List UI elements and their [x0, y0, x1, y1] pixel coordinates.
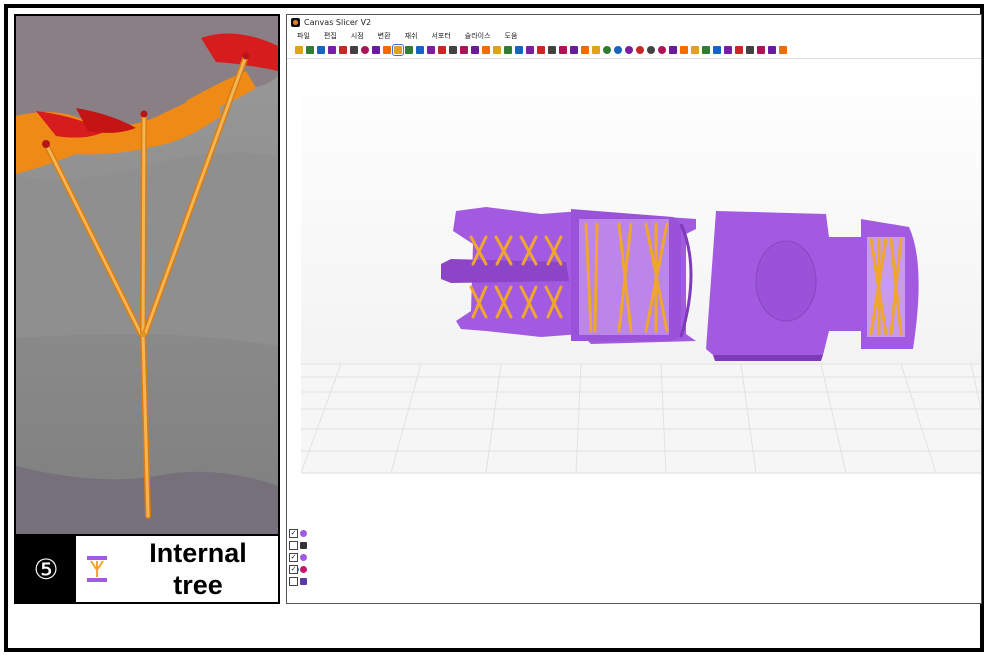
- pencil-icon[interactable]: [559, 46, 567, 54]
- line-icon[interactable]: [680, 46, 688, 54]
- align-icon[interactable]: [471, 46, 479, 54]
- rotate-icon[interactable]: [504, 46, 512, 54]
- tree-icon: [300, 577, 307, 585]
- step-number: ⑤: [16, 536, 76, 602]
- layer-checkbox[interactable]: ✓: [289, 564, 298, 574]
- 3d-viewport[interactable]: [300, 59, 981, 603]
- line-icon[interactable]: [669, 46, 677, 54]
- menu-mesh[interactable]: 재쉬: [405, 31, 418, 41]
- title-bar: Canvas Slicer V2: [287, 15, 981, 29]
- left-sidebar: [287, 59, 302, 603]
- internal-tree-icon: [76, 536, 118, 602]
- toolbar: [287, 42, 981, 59]
- layer-row[interactable]: [289, 539, 319, 551]
- open-icon[interactable]: [306, 46, 314, 54]
- save-icon[interactable]: [317, 46, 325, 54]
- flag-icon[interactable]: [570, 46, 578, 54]
- buckle-male-part[interactable]: [441, 207, 696, 344]
- closeup-panel: ⑤ Internal tree: [14, 14, 280, 604]
- layer-row[interactable]: ✓: [289, 563, 319, 575]
- cube-icon[interactable]: [383, 46, 391, 54]
- menu-support[interactable]: 서포터: [431, 31, 450, 41]
- check-icon[interactable]: [746, 46, 754, 54]
- grid-icon[interactable]: [581, 46, 589, 54]
- brush-icon[interactable]: [757, 46, 765, 54]
- grid-icon[interactable]: [548, 46, 556, 54]
- bar-icon[interactable]: [724, 46, 732, 54]
- circle-icon[interactable]: [636, 46, 644, 54]
- cone-icon[interactable]: [537, 46, 545, 54]
- closeup-render: [16, 16, 278, 534]
- bar-icon[interactable]: [713, 46, 721, 54]
- feature-label: Internal tree: [149, 538, 247, 600]
- scene: [300, 59, 981, 474]
- dot-icon[interactable]: [735, 46, 743, 54]
- layer-row[interactable]: ✓: [289, 527, 319, 539]
- layer-visibility-list: ✓ ✓ ✓: [289, 527, 319, 587]
- buckle-female-part[interactable]: [706, 211, 919, 361]
- menu-help[interactable]: 도움: [505, 31, 518, 41]
- layer-row[interactable]: ✓: [289, 551, 319, 563]
- menu-slice[interactable]: 슬라이스: [465, 31, 491, 41]
- cube-icon[interactable]: [372, 46, 380, 54]
- menu-transform[interactable]: 변환: [378, 31, 391, 41]
- model-icon: [300, 529, 307, 537]
- circle-icon[interactable]: [647, 46, 655, 54]
- cube-icon[interactable]: [392, 44, 404, 56]
- bar-icon[interactable]: [691, 46, 699, 54]
- slicer-window: Canvas Slicer V2 파일 편집 시점 변환 재쉬 서포터 슬라이스…: [286, 14, 982, 604]
- redo-icon[interactable]: [350, 46, 358, 54]
- menu-file[interactable]: 파일: [297, 31, 310, 41]
- app-logo-icon: [291, 17, 300, 27]
- cube-icon[interactable]: [416, 46, 424, 54]
- layer-checkbox[interactable]: [289, 576, 298, 586]
- undo-icon[interactable]: [339, 46, 347, 54]
- support-icon: [300, 553, 307, 561]
- export-icon[interactable]: [779, 46, 787, 54]
- cross-icon[interactable]: [768, 46, 776, 54]
- sphere-icon[interactable]: [361, 46, 369, 54]
- layer-checkbox[interactable]: [289, 540, 298, 550]
- menu-edit[interactable]: 편집: [324, 31, 337, 41]
- window-title: Canvas Slicer V2: [304, 17, 372, 27]
- layer-checkbox[interactable]: ✓: [289, 528, 298, 538]
- move-icon[interactable]: [493, 46, 501, 54]
- build-plate-grid: [301, 364, 981, 474]
- grid-icon[interactable]: [526, 46, 534, 54]
- model-wall: [16, 152, 278, 346]
- circle-icon[interactable]: [603, 46, 611, 54]
- grid-icon: [300, 541, 307, 549]
- menu-bar: 파일 편집 시점 변환 재쉬 서포터 슬라이스 도움: [287, 29, 981, 42]
- support-c-icon[interactable]: [449, 46, 457, 54]
- align-icon[interactable]: [482, 46, 490, 54]
- bar-icon[interactable]: [702, 46, 710, 54]
- feature-caption: ⑤ Internal tree: [16, 534, 278, 602]
- cube-icon[interactable]: [405, 46, 413, 54]
- sphere-icon: [300, 565, 307, 573]
- align-icon[interactable]: [460, 46, 468, 54]
- support-a-icon[interactable]: [427, 46, 435, 54]
- circle-icon[interactable]: [614, 46, 622, 54]
- support-b-icon[interactable]: [438, 46, 446, 54]
- measure-icon[interactable]: [592, 46, 600, 54]
- circle-icon[interactable]: [658, 46, 666, 54]
- circle-icon[interactable]: [625, 46, 633, 54]
- tree-support-render: [16, 16, 278, 534]
- new-icon[interactable]: [295, 46, 303, 54]
- export-icon[interactable]: [328, 46, 336, 54]
- layer-checkbox[interactable]: ✓: [289, 552, 298, 562]
- menu-view[interactable]: 시점: [351, 31, 364, 41]
- layer-row[interactable]: [289, 575, 319, 587]
- refresh-icon[interactable]: [515, 46, 523, 54]
